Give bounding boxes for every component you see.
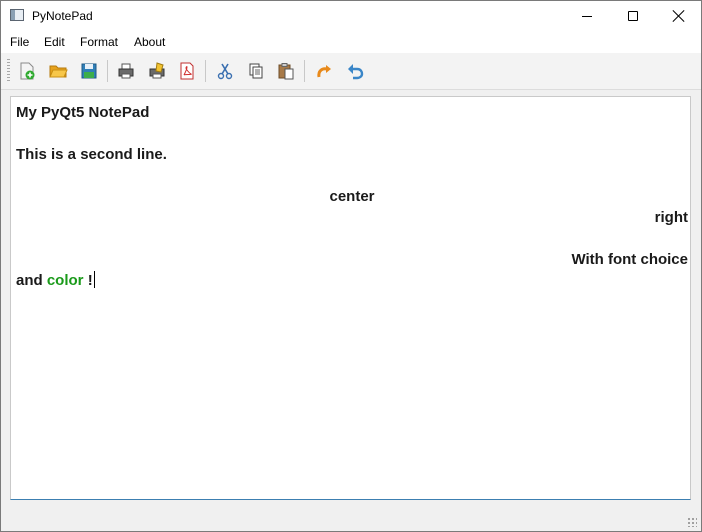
close-icon	[673, 10, 685, 22]
doc-line-color: and color !	[16, 271, 688, 291]
redo-icon	[317, 65, 331, 78]
print-preview-button[interactable]	[145, 59, 169, 83]
toolbar	[1, 53, 701, 90]
copy-button[interactable]	[244, 59, 268, 83]
menu-about[interactable]: About	[134, 35, 165, 49]
new-file-icon	[20, 62, 35, 80]
menu-bar: File Edit Format About	[1, 31, 701, 53]
print-button[interactable]	[114, 59, 138, 83]
menu-file[interactable]: File	[10, 35, 29, 49]
maximize-icon	[628, 11, 638, 21]
doc-line-center: center	[329, 188, 375, 205]
export-pdf-button[interactable]	[175, 59, 199, 83]
toolbar-grip[interactable]	[7, 59, 10, 83]
doc-line-font-choice: With font choice	[571, 251, 688, 268]
text-editor[interactable]: My PyQt5 NotePad This is a second line. …	[10, 96, 691, 500]
doc-text-colored: color	[46, 272, 84, 289]
save-icon	[81, 63, 97, 79]
doc-line-second: This is a second line.	[16, 146, 167, 163]
app-window: PyNotePad File Edit Format About My PyQt…	[0, 0, 702, 532]
open-button[interactable]	[46, 59, 70, 83]
title-bar[interactable]: PyNotePad	[1, 1, 701, 31]
size-grip[interactable]	[687, 517, 697, 527]
doc-line-title: My PyQt5 NotePad	[16, 104, 150, 121]
print-preview-icon	[149, 62, 165, 79]
copy-icon	[249, 63, 263, 79]
undo-button[interactable]	[343, 59, 367, 83]
cut-button[interactable]	[213, 59, 237, 83]
cut-icon	[217, 63, 233, 80]
text-cursor	[93, 271, 95, 288]
minimize-icon	[582, 15, 592, 17]
redo-button[interactable]	[312, 59, 336, 83]
open-folder-icon	[49, 65, 68, 78]
minimize-button[interactable]	[564, 1, 610, 31]
print-icon	[118, 63, 134, 79]
maximize-button[interactable]	[610, 1, 656, 31]
toolbar-separator	[107, 60, 108, 82]
menu-format[interactable]: Format	[80, 35, 118, 49]
app-icon	[10, 9, 24, 21]
new-file-button[interactable]	[15, 59, 39, 83]
export-pdf-icon	[180, 62, 194, 80]
toolbar-separator	[205, 60, 206, 82]
window-title: PyNotePad	[32, 9, 93, 23]
doc-text-prefix: and	[16, 272, 47, 289]
doc-text-suffix: !	[83, 272, 93, 289]
doc-line-right: right	[654, 209, 688, 226]
save-button[interactable]	[77, 59, 101, 83]
undo-icon	[348, 64, 364, 80]
toolbar-separator	[304, 60, 305, 82]
paste-button[interactable]	[274, 59, 298, 83]
close-button[interactable]	[656, 1, 701, 31]
paste-icon	[278, 63, 294, 80]
menu-edit[interactable]: Edit	[44, 35, 65, 49]
